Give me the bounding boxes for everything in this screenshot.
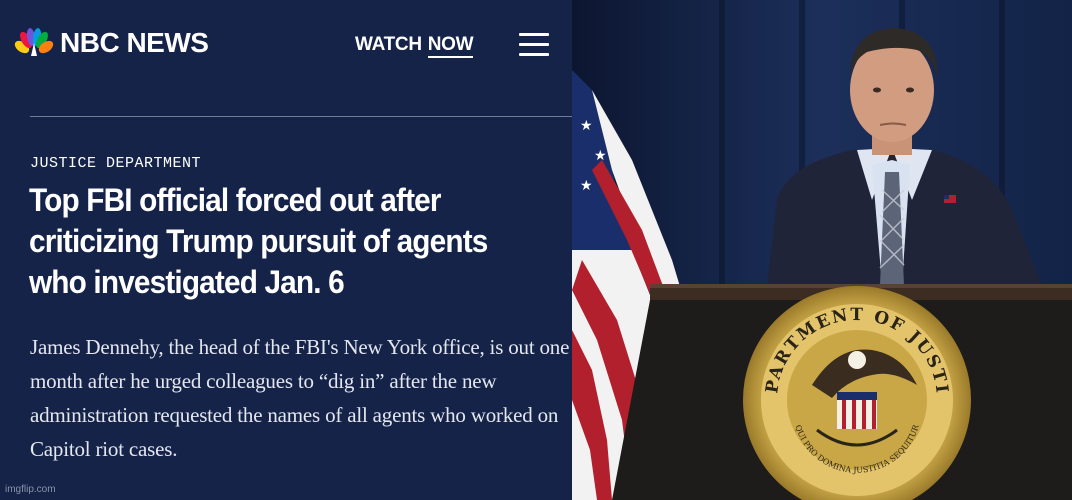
- article-photo: ★ ★ ★ PARTMENT OF JUSTI QUI PRO DOMINA J…: [572, 0, 1072, 500]
- watermark: imgflip.com: [5, 484, 56, 495]
- hamburger-menu-icon[interactable]: [519, 33, 549, 57]
- now-label: NOW: [427, 34, 474, 58]
- svg-text:★: ★: [594, 148, 607, 164]
- article-summary: James Dennehy, the head of the FBI's New…: [30, 335, 570, 461]
- article-card: NBC NEWS WATCH NOW JUSTICE DEPARTMENT Top…: [0, 0, 572, 500]
- svg-text:★: ★: [580, 178, 593, 194]
- headline[interactable]: Top FBI official forced out after critic…: [29, 180, 531, 303]
- svg-text:★: ★: [580, 118, 593, 134]
- site-header: NBC NEWS WATCH NOW: [0, 0, 572, 90]
- nbc-news-logo[interactable]: NBC NEWS: [14, 27, 209, 58]
- header-divider: [30, 116, 572, 117]
- section-label[interactable]: JUSTICE DEPARTMENT: [30, 155, 201, 172]
- watch-now-link[interactable]: WATCH NOW: [355, 33, 474, 58]
- watch-label: WATCH: [355, 34, 422, 55]
- brand-name: NBC NEWS: [60, 27, 209, 58]
- peacock-logo-icon: [14, 28, 54, 56]
